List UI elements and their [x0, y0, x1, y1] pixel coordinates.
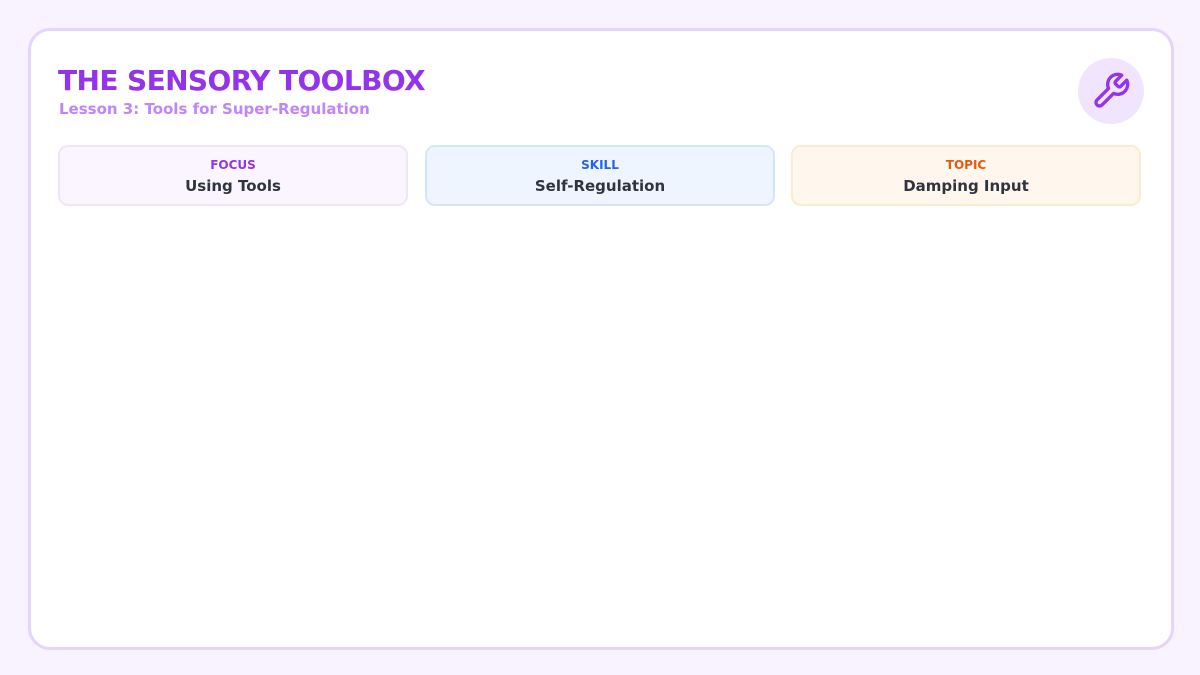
- topic-card-label: TOPIC: [945, 158, 987, 172]
- focus-card-label: FOCUS: [210, 158, 256, 172]
- skill-card-label: SKILL: [581, 158, 619, 172]
- skill-card-value: Self-Regulation: [534, 177, 666, 195]
- skill-card: SKILL Self-Regulation: [425, 145, 775, 206]
- focus-card: FOCUS Using Tools: [58, 145, 408, 206]
- page-title: THE SENSORY TOOLBOX: [58, 64, 426, 97]
- wrench-badge: [1078, 58, 1144, 124]
- wrench-icon: [1094, 72, 1130, 108]
- focus-card-value: Using Tools: [185, 177, 281, 195]
- lesson-subtitle: Lesson 3: Tools for Super-Regulation: [59, 100, 370, 118]
- slide-frame: THE SENSORY TOOLBOX Lesson 3: Tools for …: [28, 28, 1174, 650]
- topic-card: TOPIC Damping Input: [791, 145, 1141, 206]
- topic-card-value: Damping Input: [903, 177, 1029, 195]
